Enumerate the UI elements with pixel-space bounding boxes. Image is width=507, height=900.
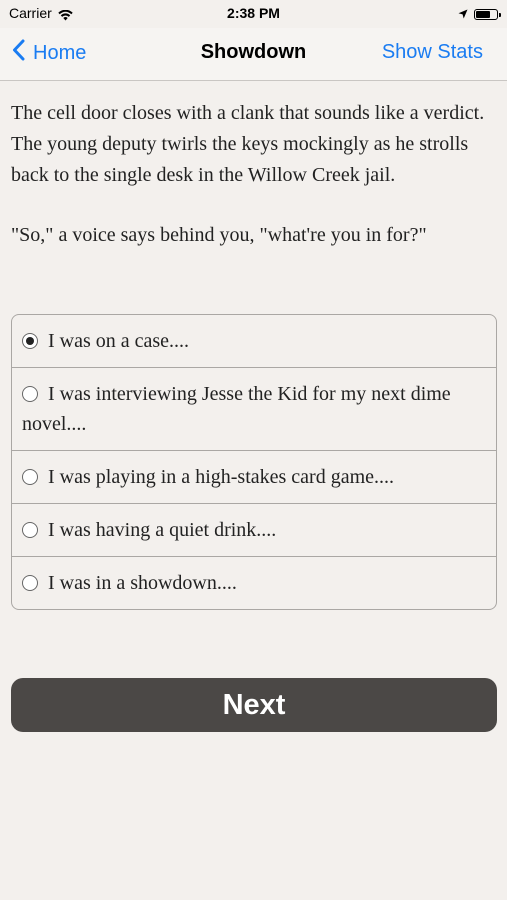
radio-icon[interactable] <box>22 386 38 402</box>
choice-list: I was on a case.... I was interviewing J… <box>11 314 497 610</box>
story-paragraph: The cell door closes with a clank that s… <box>11 102 485 186</box>
radio-selected-icon[interactable] <box>22 333 38 349</box>
choice-option[interactable]: I was on a case.... <box>12 315 496 367</box>
radio-icon[interactable] <box>22 469 38 485</box>
choice-option[interactable]: I was interviewing Jesse the Kid for my … <box>12 367 496 450</box>
status-right <box>458 6 501 22</box>
choice-label: I was on a case.... <box>48 330 190 352</box>
battery-icon <box>474 8 501 20</box>
choice-option[interactable]: I was having a quiet drink.... <box>12 503 496 556</box>
story-paragraph: "So," a voice says behind you, "what're … <box>11 224 427 246</box>
radio-icon[interactable] <box>22 522 38 538</box>
status-bar: Carrier 2:38 PM <box>0 0 507 28</box>
choice-label: I was having a quiet drink.... <box>48 519 277 541</box>
choice-label: I was interviewing Jesse the Kid for my … <box>22 383 451 435</box>
navigation-bar: Home Showdown Show Stats <box>0 28 507 81</box>
choice-label: I was playing in a high-stakes card game… <box>48 466 395 488</box>
battery-fill <box>476 10 490 18</box>
story-text: The cell door closes with a clank that s… <box>11 98 497 251</box>
show-stats-button[interactable]: Show Stats <box>382 41 483 64</box>
status-time: 2:38 PM <box>227 5 280 21</box>
location-arrow-icon <box>458 6 468 22</box>
radio-icon[interactable] <box>22 575 38 591</box>
choice-label: I was in a showdown.... <box>48 572 237 594</box>
next-button[interactable]: Next <box>11 678 497 732</box>
choice-option[interactable]: I was playing in a high-stakes card game… <box>12 450 496 503</box>
choice-option[interactable]: I was in a showdown.... <box>12 556 496 609</box>
